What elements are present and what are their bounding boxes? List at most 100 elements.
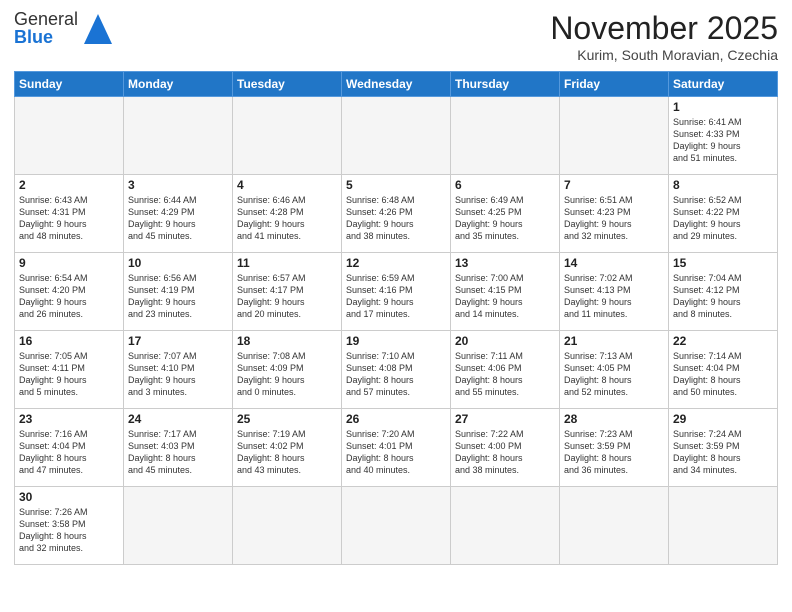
day-info: Sunrise: 7:07 AM Sunset: 4:10 PM Dayligh… [128,350,228,399]
calendar-cell-0-0 [15,97,124,175]
day-number: 20 [455,334,555,348]
day-info: Sunrise: 6:59 AM Sunset: 4:16 PM Dayligh… [346,272,446,321]
header-tuesday: Tuesday [233,72,342,97]
calendar-cell-5-1 [124,487,233,565]
day-number: 26 [346,412,446,426]
calendar-cell-2-6: 15 Sunrise: 7:04 AM Sunset: 4:12 PM Dayli… [669,253,778,331]
day-info: Sunrise: 7:26 AM Sunset: 3:58 PM Dayligh… [19,506,119,555]
day-number: 16 [19,334,119,348]
day-number: 24 [128,412,228,426]
calendar-cell-5-6 [669,487,778,565]
day-number: 3 [128,178,228,192]
day-number: 5 [346,178,446,192]
calendar-title: November 2025 [550,10,778,47]
calendar-cell-3-2: 18 Sunrise: 7:08 AM Sunset: 4:09 PM Dayli… [233,331,342,409]
calendar-cell-2-0: 9Sunrise: 6:54 AM Sunset: 4:20 PM Daylig… [15,253,124,331]
calendar-cell-1-4: 6Sunrise: 6:49 AM Sunset: 4:25 PM Daylig… [451,175,560,253]
calendar-cell-0-6: 1Sunrise: 6:41 AM Sunset: 4:33 PM Daylig… [669,97,778,175]
logo: GeneralBlue [14,10,114,46]
calendar-subtitle: Kurim, South Moravian, Czechia [550,47,778,63]
calendar-cell-1-6: 8Sunrise: 6:52 AM Sunset: 4:22 PM Daylig… [669,175,778,253]
calendar-cell-3-0: 16 Sunrise: 7:05 AM Sunset: 4:11 PM Dayli… [15,331,124,409]
day-info: Sunrise: 7:00 AM Sunset: 4:15 PM Dayligh… [455,272,555,321]
day-info: Sunrise: 7:13 AM Sunset: 4:05 PM Dayligh… [564,350,664,399]
calendar-cell-0-5 [560,97,669,175]
day-number: 30 [19,490,119,504]
week-row-2: 2 Sunrise: 6:43 AM Sunset: 4:31 PM Daylig… [15,175,778,253]
day-number: 12 [346,256,446,270]
days-header-row: Sunday Monday Tuesday Wednesday Thursday… [15,72,778,97]
calendar-cell-4-3: 26 Sunrise: 7:20 AM Sunset: 4:01 PM Dayli… [342,409,451,487]
day-number: 18 [237,334,337,348]
day-info: Sunrise: 7:05 AM Sunset: 4:11 PM Dayligh… [19,350,119,399]
calendar-cell-2-4: 13Sunrise: 7:00 AM Sunset: 4:15 PM Dayli… [451,253,560,331]
week-row-6: 30 Sunrise: 7:26 AM Sunset: 3:58 PM Dayli… [15,487,778,565]
day-info: Sunrise: 7:16 AM Sunset: 4:04 PM Dayligh… [19,428,119,477]
page: GeneralBlue November 2025 Kurim, South M… [0,0,792,575]
day-info: Sunrise: 7:17 AM Sunset: 4:03 PM Dayligh… [128,428,228,477]
day-info: Sunrise: 6:51 AM Sunset: 4:23 PM Dayligh… [564,194,664,243]
day-number: 23 [19,412,119,426]
day-number: 19 [346,334,446,348]
day-info: Sunrise: 7:19 AM Sunset: 4:02 PM Dayligh… [237,428,337,477]
calendar-cell-5-5 [560,487,669,565]
calendar-table: Sunday Monday Tuesday Wednesday Thursday… [14,71,778,565]
calendar-cell-2-5: 14Sunrise: 7:02 AM Sunset: 4:13 PM Dayli… [560,253,669,331]
day-number: 9 [19,256,119,270]
calendar-cell-2-2: 11Sunrise: 6:57 AM Sunset: 4:17 PM Dayli… [233,253,342,331]
day-number: 21 [564,334,664,348]
day-number: 27 [455,412,555,426]
title-block: November 2025 Kurim, South Moravian, Cze… [550,10,778,63]
day-info: Sunrise: 6:41 AM Sunset: 4:33 PM Dayligh… [673,116,773,165]
calendar-cell-0-4 [451,97,560,175]
calendar-cell-0-2 [233,97,342,175]
day-number: 22 [673,334,773,348]
calendar-cell-1-3: 5 Sunrise: 6:48 AM Sunset: 4:26 PM Daylig… [342,175,451,253]
day-info: Sunrise: 6:56 AM Sunset: 4:19 PM Dayligh… [128,272,228,321]
calendar-cell-4-4: 27 Sunrise: 7:22 AM Sunset: 4:00 PM Dayli… [451,409,560,487]
calendar-cell-5-3 [342,487,451,565]
calendar-cell-3-1: 17 Sunrise: 7:07 AM Sunset: 4:10 PM Dayli… [124,331,233,409]
calendar-cell-5-4 [451,487,560,565]
logo-icon: GeneralBlue [14,10,114,46]
day-info: Sunrise: 7:14 AM Sunset: 4:04 PM Dayligh… [673,350,773,399]
calendar-cell-3-5: 21 Sunrise: 7:13 AM Sunset: 4:05 PM Dayli… [560,331,669,409]
day-number: 25 [237,412,337,426]
calendar-cell-3-3: 19Sunrise: 7:10 AM Sunset: 4:08 PM Dayli… [342,331,451,409]
day-info: Sunrise: 6:44 AM Sunset: 4:29 PM Dayligh… [128,194,228,243]
day-number: 4 [237,178,337,192]
day-info: Sunrise: 6:49 AM Sunset: 4:25 PM Dayligh… [455,194,555,243]
calendar-cell-1-0: 2 Sunrise: 6:43 AM Sunset: 4:31 PM Daylig… [15,175,124,253]
calendar-cell-4-5: 28 Sunrise: 7:23 AM Sunset: 3:59 PM Dayli… [560,409,669,487]
day-info: Sunrise: 6:57 AM Sunset: 4:17 PM Dayligh… [237,272,337,321]
day-number: 2 [19,178,119,192]
header-friday: Friday [560,72,669,97]
header-wednesday: Wednesday [342,72,451,97]
day-info: Sunrise: 6:46 AM Sunset: 4:28 PM Dayligh… [237,194,337,243]
day-info: Sunrise: 7:23 AM Sunset: 3:59 PM Dayligh… [564,428,664,477]
header-saturday: Saturday [669,72,778,97]
calendar-cell-2-1: 10Sunrise: 6:56 AM Sunset: 4:19 PM Dayli… [124,253,233,331]
day-info: Sunrise: 7:04 AM Sunset: 4:12 PM Dayligh… [673,272,773,321]
day-info: Sunrise: 6:43 AM Sunset: 4:31 PM Dayligh… [19,194,119,243]
day-number: 15 [673,256,773,270]
calendar-cell-1-5: 7 Sunrise: 6:51 AM Sunset: 4:23 PM Daylig… [560,175,669,253]
day-info: Sunrise: 6:48 AM Sunset: 4:26 PM Dayligh… [346,194,446,243]
calendar-cell-4-0: 23 Sunrise: 7:16 AM Sunset: 4:04 PM Dayli… [15,409,124,487]
day-number: 28 [564,412,664,426]
day-info: Sunrise: 7:22 AM Sunset: 4:00 PM Dayligh… [455,428,555,477]
day-number: 29 [673,412,773,426]
calendar-cell-3-6: 22 Sunrise: 7:14 AM Sunset: 4:04 PM Dayli… [669,331,778,409]
day-number: 7 [564,178,664,192]
calendar-cell-5-0: 30 Sunrise: 7:26 AM Sunset: 3:58 PM Dayli… [15,487,124,565]
day-number: 17 [128,334,228,348]
calendar-cell-5-2 [233,487,342,565]
day-info: Sunrise: 7:08 AM Sunset: 4:09 PM Dayligh… [237,350,337,399]
day-info: Sunrise: 7:24 AM Sunset: 3:59 PM Dayligh… [673,428,773,477]
calendar-cell-0-3 [342,97,451,175]
day-info: Sunrise: 7:20 AM Sunset: 4:01 PM Dayligh… [346,428,446,477]
week-row-3: 9Sunrise: 6:54 AM Sunset: 4:20 PM Daylig… [15,253,778,331]
header-thursday: Thursday [451,72,560,97]
calendar-cell-4-1: 24 Sunrise: 7:17 AM Sunset: 4:03 PM Dayli… [124,409,233,487]
calendar-cell-3-4: 20Sunrise: 7:11 AM Sunset: 4:06 PM Dayli… [451,331,560,409]
